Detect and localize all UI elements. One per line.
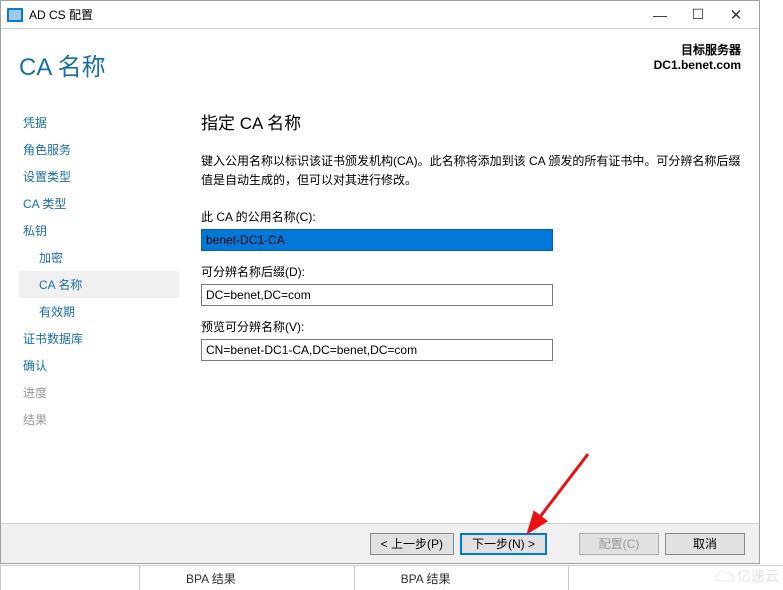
sidebar-item-cryptography[interactable]: 加密 <box>19 244 179 271</box>
sidebar-item-setup-type[interactable]: 设置类型 <box>19 163 179 190</box>
target-server-value: DC1.benet.com <box>654 58 741 72</box>
next-button[interactable]: 下一步(N) > <box>460 533 547 555</box>
bpa-cell-1: BPA 结果 <box>140 566 355 590</box>
configure-button: 配置(C) <box>579 533 659 555</box>
description-text: 键入公用名称以标识该证书颁发机构(CA)。此名称将添加到该 CA 颁发的所有证书… <box>201 152 743 190</box>
bpa-results-row: BPA 结果 BPA 结果 <box>0 565 783 590</box>
sidebar-item-results: 结果 <box>19 406 179 433</box>
content-pane: 指定 CA 名称 键入公用名称以标识该证书颁发机构(CA)。此名称将添加到该 C… <box>201 109 743 563</box>
sidebar-item-progress: 进度 <box>19 379 179 406</box>
dn-suffix-label: 可分辨名称后缀(D): <box>201 263 743 280</box>
sidebar-item-cert-database[interactable]: 证书数据库 <box>19 325 179 352</box>
target-server-label: 目标服务器 <box>654 41 741 58</box>
dn-suffix-input[interactable] <box>201 284 553 306</box>
sidebar-item-validity[interactable]: 有效期 <box>19 298 179 325</box>
titlebar[interactable]: AD CS 配置 — ☐ ✕ <box>1 1 759 29</box>
bpa-cell-2: BPA 结果 <box>355 566 570 590</box>
sidebar-item-private-key[interactable]: 私钥 <box>19 217 179 244</box>
common-name-input[interactable] <box>201 229 553 251</box>
sidebar-item-ca-type[interactable]: CA 类型 <box>19 190 179 217</box>
window-title: AD CS 配置 <box>29 6 641 23</box>
close-button[interactable]: ✕ <box>717 3 755 27</box>
watermark: 亿速云 <box>715 566 779 586</box>
sidebar-item-confirmation[interactable]: 确认 <box>19 352 179 379</box>
maximize-button[interactable]: ☐ <box>679 3 717 27</box>
common-name-label: 此 CA 的公用名称(C): <box>201 208 743 225</box>
page-title: CA 名称 <box>19 47 106 82</box>
cancel-button[interactable]: 取消 <box>665 533 745 555</box>
wizard-window: AD CS 配置 — ☐ ✕ CA 名称 目标服务器 DC1.benet.com… <box>0 0 760 564</box>
sidebar-item-credentials[interactable]: 凭据 <box>19 109 179 136</box>
section-title: 指定 CA 名称 <box>201 109 743 134</box>
target-server-box: 目标服务器 DC1.benet.com <box>654 41 741 72</box>
button-bar: < 上一步(P) 下一步(N) > 配置(C) 取消 <box>1 523 759 563</box>
preview-label: 预览可分辨名称(V): <box>201 318 743 335</box>
previous-button[interactable]: < 上一步(P) <box>370 533 454 555</box>
wizard-sidebar: 凭据 角色服务 设置类型 CA 类型 私钥 加密 CA 名称 有效期 证书数据库… <box>19 109 179 433</box>
sidebar-item-role-services[interactable]: 角色服务 <box>19 136 179 163</box>
cloud-icon <box>715 569 735 583</box>
app-icon <box>7 8 23 22</box>
preview-input <box>201 339 553 361</box>
sidebar-item-ca-name[interactable]: CA 名称 <box>19 271 179 298</box>
minimize-button[interactable]: — <box>641 3 679 27</box>
